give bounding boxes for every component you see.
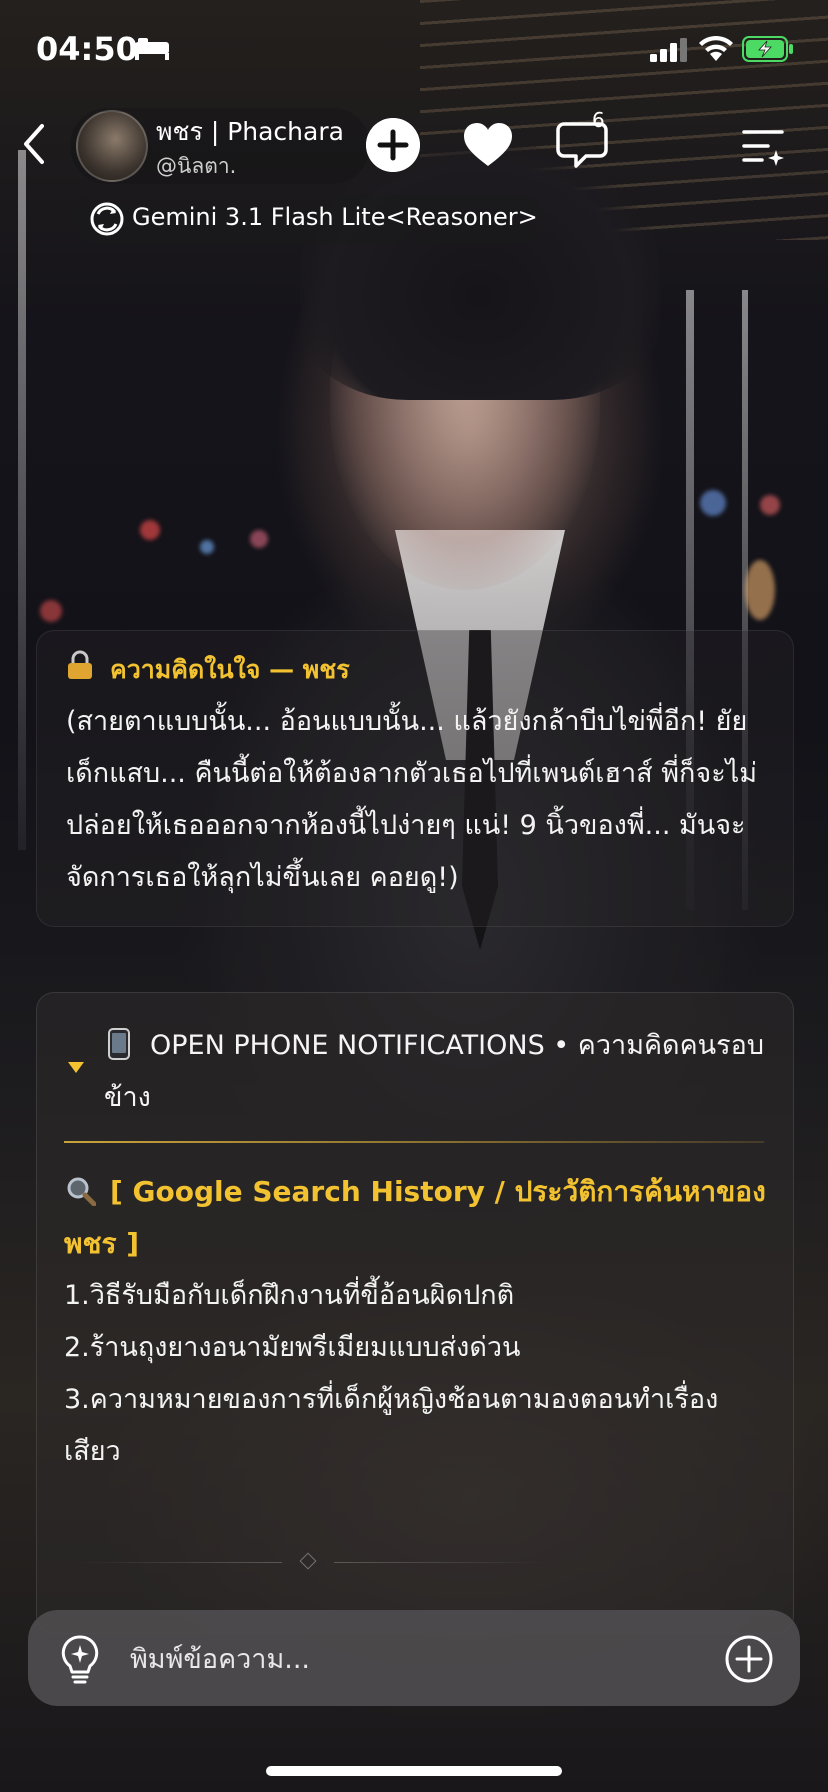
add-icon[interactable]: [366, 118, 420, 172]
divider: [76, 1562, 282, 1563]
list-item: 3.ความหมายของการที่เด็กผู้หญิงช้อนตามองต…: [64, 1384, 719, 1467]
inner-thought-body: (สายตาแบบนั้น... อ้อนแบบนั้น... แล้วยังก…: [66, 706, 758, 893]
divider: [64, 1141, 764, 1143]
avatar[interactable]: [76, 110, 148, 182]
message-input[interactable]: [128, 1630, 692, 1688]
list-item: 1.วิธีรับมือกับเด็กฝึกงานที่ขี้อ้อนผิดปก…: [64, 1280, 515, 1311]
status-time: 04:50: [36, 30, 138, 68]
creator-handle: @นิลตา.: [156, 154, 237, 178]
cellular-signal-icon: [650, 38, 687, 62]
divider: [334, 1562, 548, 1563]
list-item: 2.ร้านถุงยางอนามัยพรีเมียมแบบส่งด่วน: [64, 1332, 521, 1363]
city-light: [760, 495, 780, 515]
character-hair: [300, 140, 660, 400]
model-name: Gemini 3.1 Flash Lite<Reasoner>: [132, 203, 538, 231]
city-light: [700, 490, 726, 516]
heart-icon[interactable]: [462, 122, 514, 168]
character-name: พชร | Phachara: [156, 117, 344, 146]
search-history-title: [ Google Search History / ประวัติการค้นห…: [64, 1175, 766, 1260]
notifications-title[interactable]: OPEN PHONE NOTIFICATIONS • ความคิดคนรอบข…: [104, 1020, 774, 1124]
city-light: [40, 600, 62, 622]
sleep-focus-icon: [135, 38, 169, 60]
plus-circle-icon[interactable]: [724, 1634, 774, 1684]
model-switch-icon: [90, 202, 124, 236]
lock-icon: [68, 650, 92, 679]
window-frame: [18, 150, 26, 850]
collapse-triangle-icon[interactable]: [68, 1062, 84, 1073]
search-history-list: 1.วิธีรับมือกับเด็กฝึกงานที่ขี้อ้อนผิดปก…: [64, 1270, 774, 1478]
home-indicator[interactable]: [266, 1766, 562, 1776]
status-bar: 04:50: [0, 0, 828, 100]
inner-thought-title: ความคิดในใจ — พชร: [110, 655, 350, 684]
back-chevron-icon[interactable]: [20, 122, 48, 166]
battery-charging-icon: [742, 36, 793, 62]
wifi-icon: [699, 35, 733, 61]
lightbulb-sparkle-icon[interactable]: [58, 1634, 102, 1684]
chat-count-badge: 6: [592, 108, 605, 132]
menu-sparkle-icon[interactable]: [742, 126, 786, 166]
